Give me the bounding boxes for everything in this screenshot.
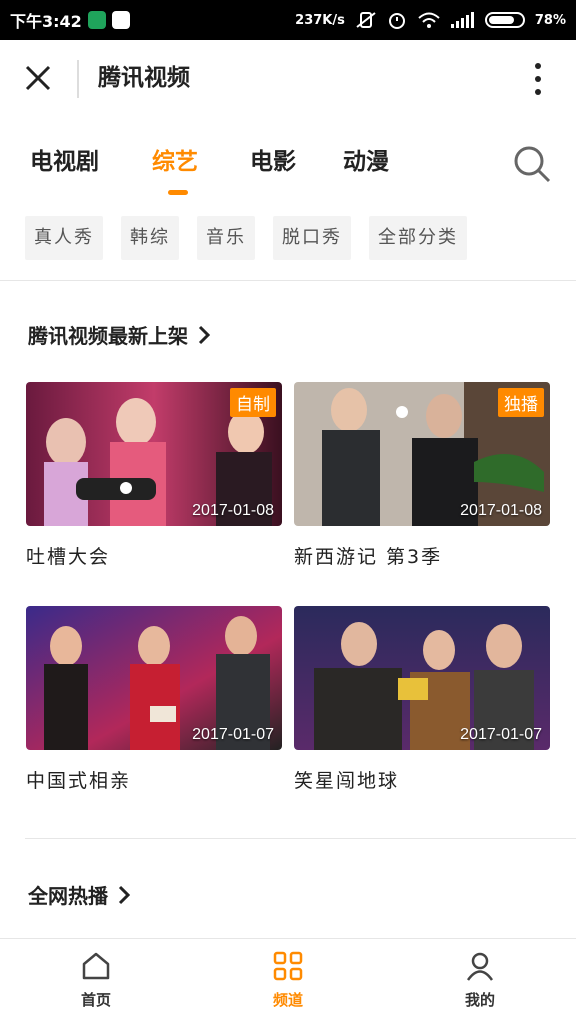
more-vertical-icon[interactable]	[524, 60, 552, 98]
video-date: 2017-01-07	[460, 726, 542, 743]
section-hot-title[interactable]: 全网热播	[28, 880, 130, 909]
status-time: 下午3:42	[10, 12, 82, 31]
qq-app-icon	[111, 11, 130, 29]
nav-me-label: 我的	[464, 991, 495, 1009]
grid-icon	[273, 951, 303, 981]
battery-percent: 78%	[534, 12, 566, 28]
header-divider	[77, 60, 79, 98]
search-icon[interactable]	[512, 144, 552, 184]
tab-movies[interactable]: 电影	[250, 142, 296, 176]
badge-tag: 独播	[498, 388, 544, 417]
video-title: 中国式相亲	[26, 770, 132, 792]
close-icon[interactable]	[22, 62, 54, 94]
shield-app-icon	[87, 11, 106, 29]
video-date: 2017-01-07	[192, 726, 274, 743]
chip-reality-show[interactable]: 真人秀	[25, 216, 103, 260]
chip-korean-variety[interactable]: 韩综	[121, 216, 179, 260]
section-hot-label: 全网热播	[28, 884, 108, 908]
battery-icon	[484, 12, 525, 28]
status-right: 237K/s 78%	[295, 0, 566, 40]
video-card[interactable]: 2017-01-07 笑星闯地球	[294, 606, 550, 793]
channel-tabs: 电视剧 综艺 电影 动漫	[0, 130, 576, 200]
badge-tag: 自制	[230, 388, 276, 417]
video-date: 2017-01-08	[460, 502, 542, 519]
divider	[25, 838, 576, 839]
video-title: 新西游记 第3季	[294, 546, 443, 568]
nav-channel-label: 频道	[272, 991, 303, 1009]
video-card[interactable]: 独播 2017-01-08 新西游记 第3季	[294, 382, 550, 569]
alarm-icon	[388, 13, 405, 29]
video-date: 2017-01-08	[192, 502, 274, 519]
battery-fill	[488, 16, 514, 24]
section-latest-title[interactable]: 腾讯视频最新上架	[28, 320, 210, 349]
chevron-right-icon	[198, 325, 210, 344]
wifi-icon	[418, 12, 440, 28]
section-latest-label: 腾讯视频最新上架	[28, 324, 188, 348]
status-bar: 下午3:42 237K/s 78%	[0, 0, 576, 40]
chip-talk-show[interactable]: 脱口秀	[273, 216, 351, 260]
video-card[interactable]: 自制 2017-01-08 吐槽大会	[26, 382, 282, 569]
chip-all-categories[interactable]: 全部分类	[369, 216, 467, 260]
user-icon	[466, 952, 494, 981]
video-thumbnail: 自制 2017-01-08	[26, 382, 282, 526]
video-thumbnail: 独播 2017-01-08	[294, 382, 550, 526]
status-left: 下午3:42	[10, 0, 130, 40]
tab-anime[interactable]: 动漫	[343, 142, 389, 176]
net-speed: 237K/s	[295, 12, 345, 28]
tab-tv-series[interactable]: 电视剧	[30, 142, 99, 176]
video-card[interactable]: 2017-01-07 中国式相亲	[26, 606, 282, 793]
video-thumbnail: 2017-01-07	[294, 606, 550, 750]
tab-variety[interactable]: 综艺	[152, 142, 198, 176]
signal-icon	[450, 12, 474, 28]
active-tab-indicator	[168, 190, 188, 195]
header-bar: 腾讯视频	[0, 40, 576, 116]
nav-channel[interactable]: 频道	[228, 951, 348, 1010]
nav-home-label: 首页	[80, 991, 111, 1009]
video-title: 吐槽大会	[26, 546, 111, 568]
nav-me[interactable]: 我的	[420, 951, 540, 1010]
video-thumbnail: 2017-01-07	[26, 606, 282, 750]
chip-music[interactable]: 音乐	[197, 216, 255, 260]
home-icon	[82, 952, 110, 980]
category-chips: 真人秀 韩综 音乐 脱口秀 全部分类	[25, 216, 467, 260]
chevron-right-icon	[118, 885, 130, 904]
page-title: 腾讯视频	[98, 65, 190, 91]
vibrate-off-icon	[356, 12, 376, 28]
divider	[0, 280, 576, 281]
bottom-nav: 首页 频道 我的	[0, 938, 576, 1025]
nav-home[interactable]: 首页	[36, 951, 156, 1010]
video-title: 笑星闯地球	[294, 770, 400, 792]
